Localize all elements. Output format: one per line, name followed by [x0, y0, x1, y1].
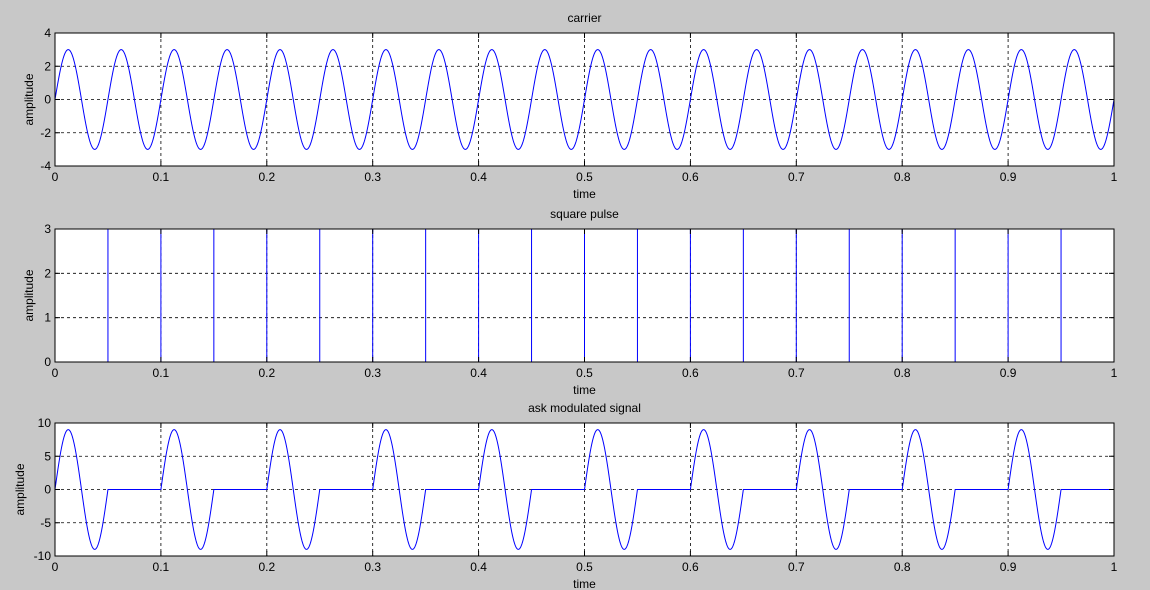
- x-tick-label: 0.7: [788, 560, 805, 574]
- y-tick-label: -10: [34, 549, 52, 563]
- x-tick-label: 0.6: [682, 366, 699, 380]
- y-tick-label: -4: [40, 159, 51, 173]
- x-tick-label: 0.3: [364, 560, 381, 574]
- series-line: [55, 228, 1114, 363]
- y-tick-label: 1: [44, 311, 51, 325]
- x-tick-label: 0: [52, 170, 59, 184]
- x-tick-label: 0.2: [258, 366, 275, 380]
- y-tick-label: 4: [44, 26, 51, 40]
- chart-title: carrier: [567, 11, 601, 25]
- x-tick-label: 1: [1111, 170, 1118, 184]
- x-tick-label: 0.6: [682, 170, 699, 184]
- y-tick-label: 2: [44, 266, 51, 280]
- y-tick-label: 10: [38, 416, 52, 430]
- x-tick-label: 1: [1111, 366, 1118, 380]
- y-tick-label: 3: [44, 222, 51, 236]
- x-tick-label: 1: [1111, 560, 1118, 574]
- x-tick-label: 0.1: [153, 170, 170, 184]
- y-axis-label: amplitude: [22, 73, 36, 125]
- chart-title: square pulse: [550, 207, 619, 221]
- y-axis-label: amplitude: [13, 463, 27, 515]
- x-tick-label: 0.2: [258, 560, 275, 574]
- x-tick-label: 0.8: [894, 560, 911, 574]
- x-tick-label: 0.4: [470, 170, 487, 184]
- x-tick-label: 0.3: [364, 366, 381, 380]
- y-axis-label: amplitude: [22, 269, 36, 321]
- chart-title: ask modulated signal: [528, 401, 641, 415]
- x-tick-label: 0.3: [364, 170, 381, 184]
- x-tick-label: 0.8: [894, 170, 911, 184]
- x-tick-label: 0.5: [576, 366, 593, 380]
- x-tick-label: 0.9: [1000, 170, 1017, 184]
- x-tick-label: 0.6: [682, 560, 699, 574]
- x-tick-label: 0.9: [1000, 560, 1017, 574]
- y-tick-label: 0: [44, 483, 51, 497]
- x-tick-label: 0: [52, 560, 59, 574]
- x-tick-label: 0.9: [1000, 366, 1017, 380]
- y-tick-label: 5: [44, 449, 51, 463]
- x-tick-label: 0.4: [470, 560, 487, 574]
- figure: 0 0.1 0.2 0.3 0.4 0.5 0.6 0.7 0.8 0.9 1 -4 -2 0 2 4 carr…: [0, 0, 1150, 590]
- x-tick-label: 0.1: [153, 560, 170, 574]
- x-tick-label: 0.5: [576, 170, 593, 184]
- x-tick-label: 0.5: [576, 560, 593, 574]
- x-axis-label: time: [573, 187, 596, 201]
- x-tick-label: 0.7: [788, 366, 805, 380]
- y-tick-label: 0: [44, 93, 51, 107]
- x-tick-label: 0.7: [788, 170, 805, 184]
- x-tick-label: 0.1: [153, 366, 170, 380]
- y-tick-label: -5: [40, 516, 51, 530]
- x-axis-label: time: [573, 383, 596, 397]
- y-tick-label: 0: [44, 355, 51, 369]
- y-tick-label: 2: [44, 59, 51, 73]
- x-tick-label: 0: [52, 366, 59, 380]
- x-tick-label: 0.2: [258, 170, 275, 184]
- x-tick-label: 0.4: [470, 366, 487, 380]
- x-tick-label: 0.8: [894, 366, 911, 380]
- y-tick-label: -2: [40, 126, 51, 140]
- x-axis-label: time: [573, 577, 596, 590]
